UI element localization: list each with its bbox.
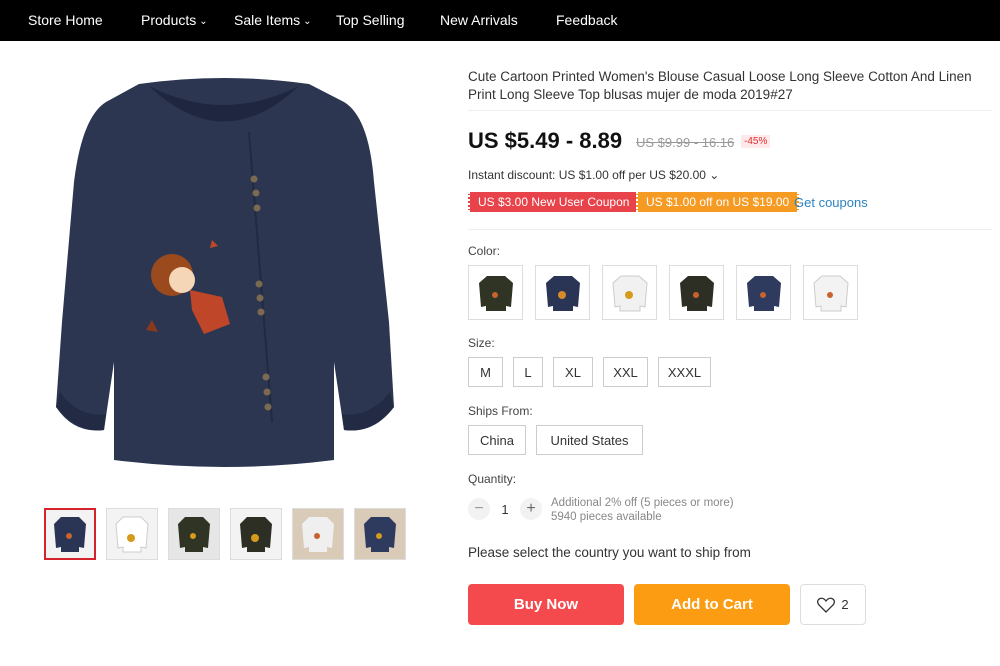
buy-now-button[interactable]: Buy Now bbox=[468, 584, 624, 625]
ships-from-options: China United States bbox=[468, 425, 643, 455]
blouse-thumb-icon bbox=[240, 517, 272, 552]
quantity-value[interactable]: 1 bbox=[490, 502, 520, 517]
size-option-xxl[interactable]: XXL bbox=[603, 357, 648, 387]
blouse-swatch-icon bbox=[679, 275, 714, 311]
blouse-swatch-icon bbox=[545, 275, 580, 311]
nav-new-arrivals[interactable]: New Arrivals bbox=[440, 12, 518, 28]
blouse-thumb-icon bbox=[54, 517, 86, 552]
original-price: US $9.99 - 16.16 bbox=[636, 135, 735, 150]
chevron-down-icon: ⌄ bbox=[303, 15, 312, 27]
heart-icon bbox=[817, 597, 836, 613]
nav-feedback[interactable]: Feedback bbox=[556, 12, 617, 28]
color-options bbox=[468, 265, 858, 320]
quantity-info: Additional 2% off (5 pieces or more) 594… bbox=[551, 496, 734, 524]
nav-top-selling[interactable]: Top Selling bbox=[336, 12, 405, 28]
product-title: Cute Cartoon Printed Women's Blouse Casu… bbox=[468, 69, 972, 102]
size-option-xl[interactable]: XL bbox=[553, 357, 593, 387]
bulk-discount-text: Additional 2% off (5 pieces or more) bbox=[551, 497, 734, 509]
discount-badge: -45% bbox=[741, 135, 771, 148]
instant-discount[interactable]: Instant discount: US $1.00 off per US $2… bbox=[468, 168, 719, 182]
chevron-down-icon: ⌄ bbox=[199, 15, 208, 27]
blouse-thumb-icon bbox=[178, 517, 210, 552]
blouse-thumb-icon bbox=[302, 517, 334, 552]
wishlist-button[interactable]: 2 bbox=[800, 584, 866, 625]
blouse-thumb-icon bbox=[364, 517, 396, 552]
store-coupon[interactable]: US $1.00 off on US $19.00 bbox=[636, 192, 800, 212]
nav-sale-items[interactable]: Sale Items ⌄ bbox=[234, 12, 312, 28]
quantity-stepper: − 1 + bbox=[468, 498, 542, 520]
color-label: Color: bbox=[468, 244, 501, 258]
divider bbox=[468, 110, 992, 111]
nav-store-home[interactable]: Store Home bbox=[28, 12, 103, 28]
thumbnail-strip bbox=[44, 508, 406, 560]
blouse-swatch-icon bbox=[611, 275, 648, 311]
color-option-3[interactable] bbox=[602, 265, 657, 320]
top-nav: Store Home Products ⌄ Sale Items ⌄ Top Sel… bbox=[0, 0, 1000, 41]
ship-country-note: Please select the country you want to sh… bbox=[468, 545, 751, 560]
size-label: Size: bbox=[468, 336, 495, 350]
quantity-decrease-button[interactable]: − bbox=[468, 498, 490, 520]
blouse-swatch-icon bbox=[746, 275, 781, 311]
blouse-thumb-icon bbox=[115, 516, 149, 553]
nav-products[interactable]: Products ⌄ bbox=[141, 12, 208, 28]
nav-label: New Arrivals bbox=[440, 12, 518, 28]
nav-label: Store Home bbox=[28, 12, 103, 28]
divider bbox=[468, 229, 992, 230]
blouse-swatch-icon bbox=[478, 275, 513, 311]
ships-from-label: Ships From: bbox=[468, 404, 533, 418]
thumbnail-5[interactable] bbox=[292, 508, 344, 560]
price-range: US $5.49 - 8.89 bbox=[468, 128, 623, 153]
color-option-5[interactable] bbox=[736, 265, 791, 320]
blouse-swatch-icon bbox=[812, 275, 849, 311]
new-user-coupon[interactable]: US $3.00 New User Coupon bbox=[468, 192, 640, 212]
size-option-m[interactable]: M bbox=[468, 357, 503, 387]
nav-label: Products bbox=[141, 12, 197, 28]
thumbnail-2[interactable] bbox=[106, 508, 158, 560]
quantity-increase-button[interactable]: + bbox=[520, 498, 542, 520]
thumbnail-4[interactable] bbox=[230, 508, 282, 560]
color-option-1[interactable] bbox=[468, 265, 523, 320]
nav-label: Sale Items bbox=[234, 12, 301, 28]
thumbnail-3[interactable] bbox=[168, 508, 220, 560]
quantity-label: Quantity: bbox=[468, 472, 517, 486]
main-product-image[interactable] bbox=[44, 62, 404, 482]
nav-label: Top Selling bbox=[336, 12, 405, 28]
add-to-cart-button[interactable]: Add to Cart bbox=[634, 584, 790, 625]
blouse-illustration bbox=[56, 78, 394, 467]
ship-option-united-states[interactable]: United States bbox=[536, 425, 643, 455]
get-coupons-link[interactable]: Get coupons bbox=[794, 195, 868, 210]
size-option-l[interactable]: L bbox=[513, 357, 543, 387]
wishlist-count: 2 bbox=[841, 597, 849, 612]
thumbnail-6[interactable] bbox=[354, 508, 406, 560]
stock-available-text: 5940 pieces available bbox=[551, 511, 662, 523]
thumbnail-1[interactable] bbox=[44, 508, 96, 560]
ship-option-china[interactable]: China bbox=[468, 425, 526, 455]
color-option-2[interactable] bbox=[535, 265, 590, 320]
size-options: M L XL XXL XXXL bbox=[468, 357, 711, 387]
color-option-4[interactable] bbox=[669, 265, 724, 320]
size-option-xxxl[interactable]: XXXL bbox=[658, 357, 711, 387]
color-option-6[interactable] bbox=[803, 265, 858, 320]
nav-label: Feedback bbox=[556, 12, 618, 28]
